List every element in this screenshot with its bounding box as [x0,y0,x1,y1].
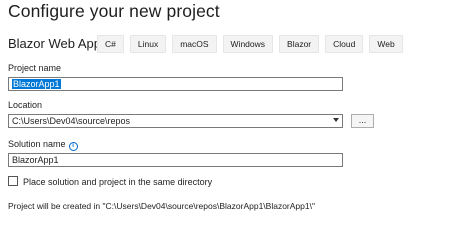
tag-csharp: C# [97,35,124,53]
solution-name-value: BlazorApp1 [12,155,59,165]
info-icon[interactable]: i [68,142,78,151]
same-directory-checkbox[interactable] [8,176,18,186]
project-name-value: BlazorApp1 [12,79,61,89]
tag-cloud: Cloud [325,35,364,53]
browse-button[interactable]: ... [351,114,374,128]
chevron-down-icon[interactable] [333,118,339,122]
page-title: Configure your new project [8,1,220,21]
project-name-label: Project name [8,63,62,73]
tag-linux: Linux [129,35,167,53]
tag-windows: Windows [222,35,274,53]
solution-name-input[interactable]: BlazorApp1 [8,153,343,167]
solution-name-label-text: Solution name [8,139,66,149]
project-name-input[interactable]: BlazorApp1 [8,77,343,91]
tag-macos: macOS [172,35,217,53]
location-label: Location [8,100,43,110]
same-directory-label[interactable]: Place solution and project in the same d… [23,177,212,187]
solution-name-label: Solution name i [8,139,78,151]
tag-blazor: Blazor [279,35,320,53]
template-tags: C# Linux macOS Windows Blazor Cloud Web [97,35,403,53]
project-path-note: Project will be created in "C:\Users\Dev… [8,201,315,211]
tag-web: Web [369,35,403,53]
location-value: C:\Users\Dev04\source\repos [12,116,131,126]
location-combobox[interactable]: C:\Users\Dev04\source\repos [8,114,343,128]
template-name: Blazor Web App [8,36,101,51]
